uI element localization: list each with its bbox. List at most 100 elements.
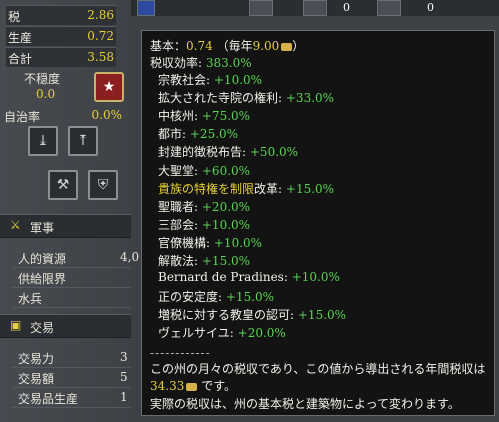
ducat-icon [281, 42, 293, 51]
stat-row-total: 合計 3.58 [6, 47, 116, 67]
trade-goods-icon: ▣ [10, 318, 22, 332]
shield-icon: ⛨ [97, 177, 109, 193]
modifier-value: +15.0% [285, 181, 335, 196]
modifier-value: +15.0% [201, 254, 251, 268]
unrest-star-icon[interactable]: ★ [94, 72, 124, 102]
modifier-label: ヴェルサイユ: [158, 326, 234, 341]
modifier-label: 中核州: [158, 109, 199, 124]
stat-row-tax: 税 2.86 [6, 5, 116, 25]
description-line-1: この州の月々の税収であり、この値から導出される年間税収は [150, 362, 486, 376]
modifier-label: 大聖堂: [158, 163, 199, 178]
efficiency-label: 税収効率: [150, 56, 203, 70]
military-row: 供給限界 [12, 268, 131, 288]
modifier-line: ヴェルサイユ: +20.0% [158, 324, 286, 341]
top-bar: 0 0 [131, 0, 499, 16]
modifier-label: 拡大された寺院の権利: [158, 91, 283, 106]
modifier-line: 都市: +25.0% [158, 125, 238, 142]
row-label: 交易力 [18, 352, 55, 366]
row-label: 交易品生産 [18, 392, 79, 406]
modifier-line: 封建的徴税布告: +50.0% [158, 143, 298, 160]
row-label: 交易額 [18, 372, 55, 386]
row-label: 水兵 [18, 292, 43, 306]
yearly-open: （毎年 [216, 39, 253, 53]
modifier-line: 聖職者: +20.0% [158, 198, 250, 215]
modifier-line: 拡大された寺院の権利: +33.0% [158, 89, 334, 106]
base-label: 基本： [150, 39, 187, 53]
stat-value: 0.72 [87, 29, 114, 43]
stat-label: 合計 [8, 52, 33, 66]
unrest-box: 不穏度 0.0 ★ [6, 70, 126, 104]
harsh-treatment-button[interactable]: ⚒ [48, 170, 78, 200]
modifier-value: +15.0% [225, 290, 275, 305]
modifier-value: +10.0% [201, 217, 251, 232]
modifier-line: 中核州: +75.0% [158, 107, 250, 124]
grant-button[interactable]: ⛨ [88, 170, 118, 200]
modifier-label: 封建的徴税布告: [158, 145, 247, 160]
modifier-label: 正の安定度: [158, 290, 223, 305]
modifier-value: +25.0% [189, 127, 239, 142]
modifier-label: 聖職者: [158, 199, 199, 214]
military-row: 水兵 [12, 288, 131, 308]
modifier-prefix: 貴族の特権を制限 [158, 181, 255, 196]
row-value: 1 [120, 390, 128, 404]
modifier-value: +75.0% [201, 109, 251, 124]
modifier-line: 大聖堂: +60.0% [158, 162, 250, 179]
tooltip-base-line: 基本：0.74 （毎年9.00 ） [150, 37, 304, 54]
description-line-3: 実際の税収は、州の基本税と建築物によって変わります。 [150, 397, 460, 411]
fleur-de-lis-icon[interactable] [137, 0, 155, 16]
army-count: 0 [343, 1, 350, 14]
modifier-line: 貴族の特権を制限改革: +15.0% [158, 180, 334, 197]
modifier-line: 解散法: +15.0% [158, 252, 250, 269]
stat-label: 生産 [8, 31, 33, 45]
row-label: 供給限界 [18, 272, 67, 286]
ship-icon[interactable] [377, 0, 401, 16]
crossed-swords-icon: ⚔ [10, 218, 21, 232]
modifier-value: +50.0% [249, 145, 299, 160]
hammer-icon: ⚒ [56, 177, 70, 193]
modifier-value: +10.0% [291, 270, 340, 285]
increase-autonomy-button[interactable]: ⤒ [68, 126, 98, 156]
trade-title: 交易 [30, 321, 55, 335]
ship-count: 0 [427, 1, 434, 14]
modifier-label: 官僚機構: [158, 235, 211, 250]
modifier-line: 三部会: +10.0% [158, 216, 250, 233]
trade-row: 交易品生産 1 [12, 388, 131, 408]
efficiency-value: 383.0% [205, 56, 252, 70]
modifier-value: +15.0% [297, 308, 347, 323]
decrease-autonomy-button[interactable]: ⤓ [28, 126, 58, 156]
increase-autonomy-icon: ⤒ [77, 133, 89, 149]
stat-label: 税 [8, 10, 21, 24]
modifier-label: Bernard de Pradines: [158, 270, 288, 285]
stat-value: 2.86 [87, 8, 114, 22]
unrest-label: 不穏度 [24, 72, 61, 86]
unrest-value: 0.0 [36, 87, 56, 101]
yearly-value: 9.00 [252, 39, 280, 53]
separator: ------------ [150, 346, 211, 360]
yearly-tax-value: 34.33 [150, 379, 185, 393]
row-value: 5 [120, 370, 128, 384]
stat-value: 3.58 [87, 50, 114, 64]
modifier-value: +20.0% [201, 199, 251, 214]
row-label: 人的資源 [18, 252, 67, 266]
modifier-label: 増税に対する教皇の認可: [158, 308, 295, 323]
modifier-line: 増税に対する教皇の認可: +15.0% [158, 306, 346, 323]
modifier-line: 官僚機構: +10.0% [158, 234, 262, 251]
modifier-label: 宗教社会: [158, 73, 211, 87]
province-panel: 税 2.86 生産 0.72 合計 3.58 不穏度 0.0 ★ 自治率 0.0… [0, 0, 139, 422]
modifier-label: 解散法: [158, 254, 199, 268]
military-title: 軍事 [30, 221, 55, 235]
base-value: 0.74 [186, 39, 213, 53]
autonomy-row: 自治率 0.0% [4, 108, 122, 125]
military-header: ⚔ 軍事 [0, 214, 131, 238]
modifier-line: 宗教社会: +10.0% [158, 71, 262, 88]
tax-tooltip: 基本：0.74 （毎年9.00 ） 税収効率: 383.0% 宗教社会: +10.… [141, 30, 495, 416]
modifier-value: +20.0% [237, 326, 286, 341]
description-line-2: 34.33 です。 [150, 377, 236, 394]
army-icon[interactable] [303, 0, 327, 16]
modifier-line: 正の安定度: +15.0% [158, 288, 274, 305]
building-icon[interactable] [249, 0, 273, 16]
modifier-value: +60.0% [201, 163, 251, 178]
yearly-tax-suffix: です。 [201, 379, 236, 393]
trade-row: 交易額 5 [12, 368, 131, 388]
modifier-label: 改革: [254, 181, 283, 196]
